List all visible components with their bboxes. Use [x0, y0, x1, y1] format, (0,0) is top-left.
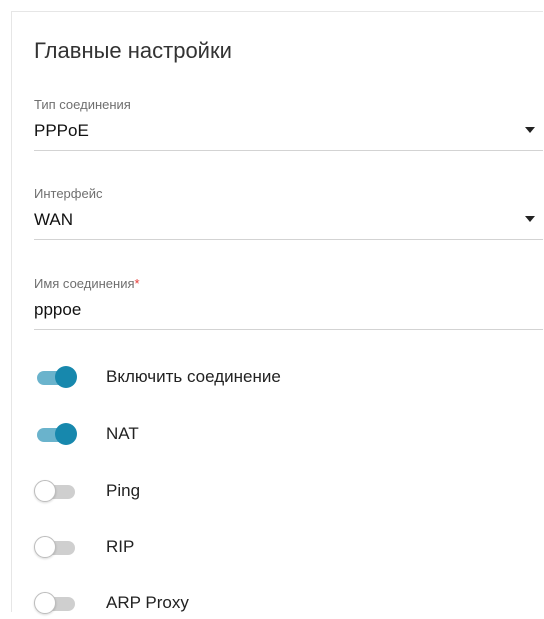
arp-proxy-label: ARP Proxy — [106, 593, 189, 612]
switch-knob — [34, 480, 56, 502]
main-settings-panel: Главные настройки Тип соединения PPPoE И… — [11, 11, 543, 614]
field-underline — [34, 239, 543, 240]
section-title: Главные настройки — [34, 38, 232, 63]
dropdown-caret-icon[interactable] — [525, 216, 535, 222]
enable-connection-switch[interactable] — [34, 363, 78, 391]
connection-name-label: Имя соединения* — [34, 276, 140, 291]
rip-label: RIP — [106, 537, 135, 556]
arp-proxy-switch[interactable] — [34, 589, 78, 617]
nat-label: NAT — [106, 424, 139, 443]
switch-knob — [34, 536, 56, 558]
switch-knob — [55, 423, 77, 445]
connection-name-input[interactable]: pppoe — [34, 300, 81, 320]
connection-name-label-text: Имя соединения — [34, 276, 135, 291]
interface-label: Интерфейс — [34, 186, 103, 201]
switch-knob — [34, 592, 56, 614]
dropdown-caret-icon[interactable] — [525, 127, 535, 133]
rip-switch[interactable] — [34, 533, 78, 561]
enable-connection-label: Включить соединение — [106, 367, 281, 386]
connection-type-value[interactable]: PPPoE — [34, 121, 89, 141]
field-underline — [34, 150, 543, 151]
ping-label: Ping — [106, 481, 141, 500]
interface-value[interactable]: WAN — [34, 210, 73, 230]
switch-knob — [55, 366, 77, 388]
nat-switch[interactable] — [34, 420, 78, 448]
required-mark: * — [134, 276, 140, 291]
ping-switch[interactable] — [34, 477, 78, 505]
field-underline — [34, 329, 543, 330]
connection-type-label: Тип соединения — [34, 97, 131, 112]
